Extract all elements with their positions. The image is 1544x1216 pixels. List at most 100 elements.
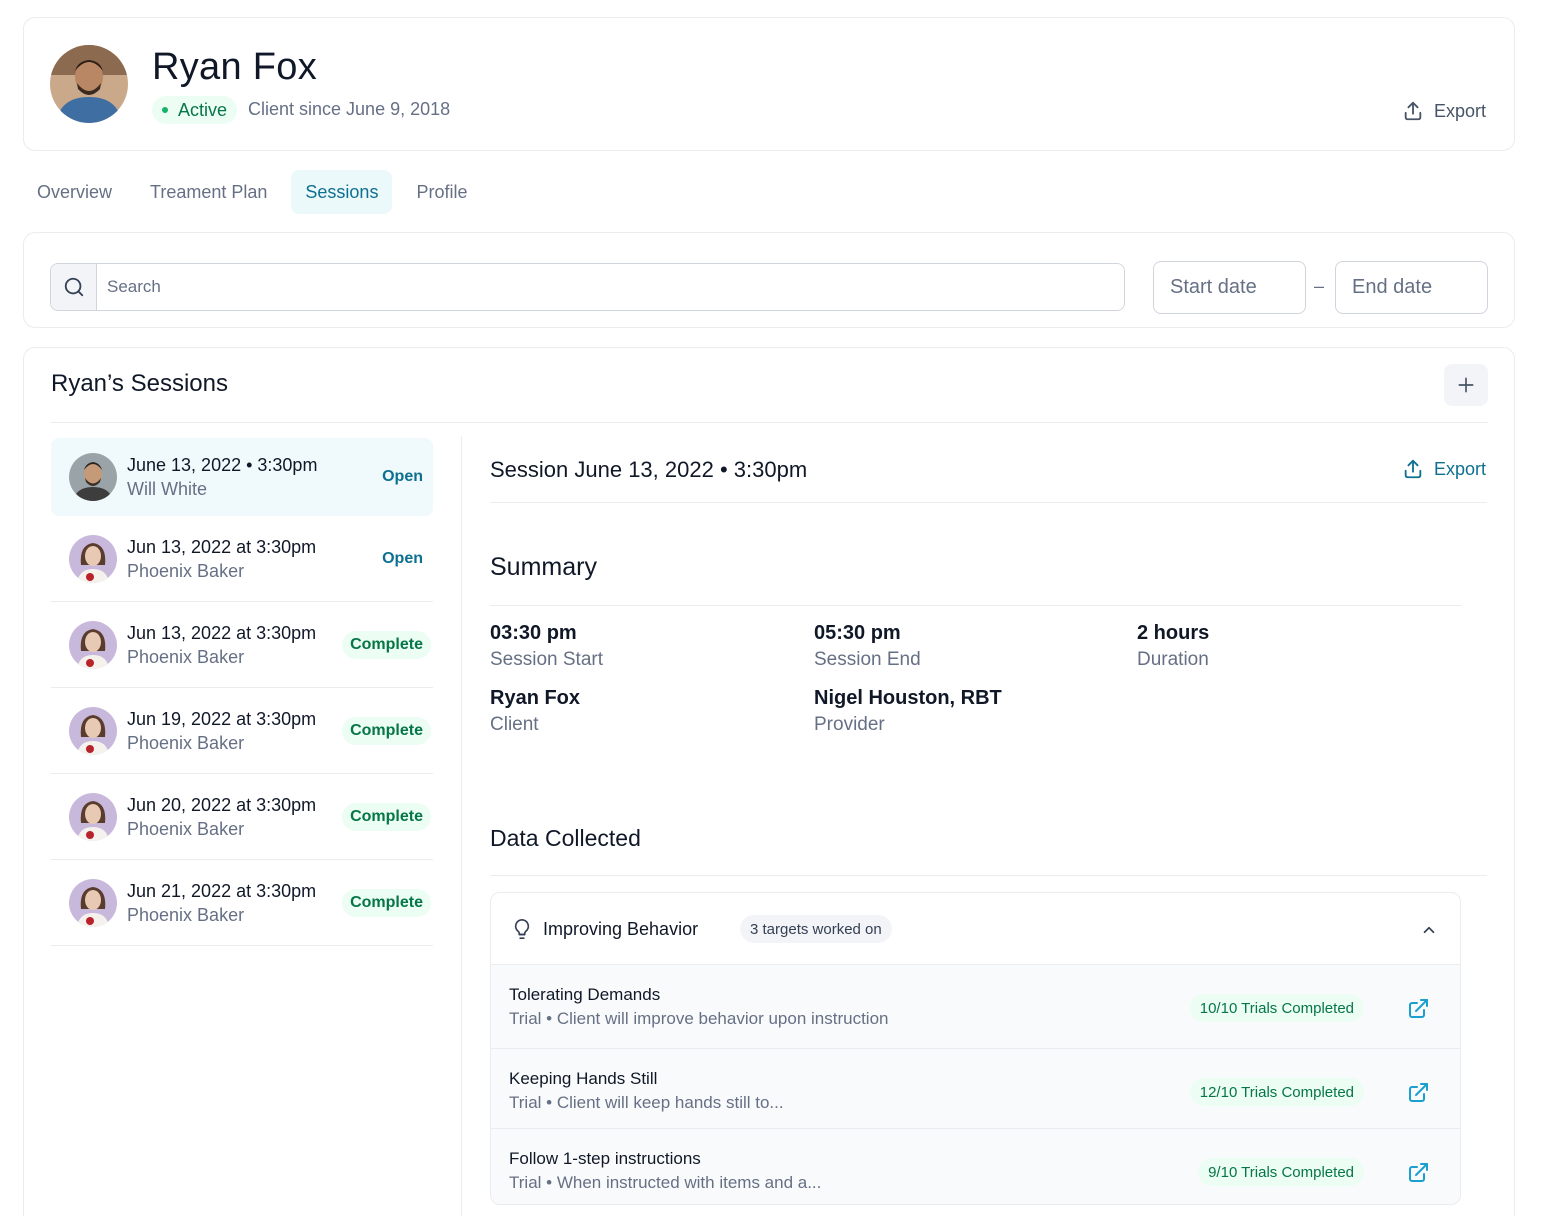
upload-icon xyxy=(1404,459,1422,479)
status-label: Active xyxy=(178,99,228,120)
provider-avatar xyxy=(69,621,117,669)
session-item[interactable]: Jun 19, 2022 at 3:30pm Phoenix Baker Com… xyxy=(51,688,433,774)
export-session-button[interactable]: Export xyxy=(1402,458,1486,480)
targets-count-badge: 3 targets worked on xyxy=(740,915,892,943)
status-dot-icon xyxy=(162,107,168,113)
upload-icon xyxy=(1404,101,1422,121)
session-start: 03:30 pm Session Start xyxy=(490,622,603,671)
target-description: Trial • When instructed with items and a… xyxy=(509,1173,822,1192)
session-provider: Phoenix Baker xyxy=(127,561,245,581)
target-name: Tolerating Demands xyxy=(509,985,661,1004)
session-item[interactable]: Jun 13, 2022 at 3:30pm Phoenix Baker Ope… xyxy=(51,516,433,602)
sessions-card: Ryan’s Sessions June 13, 2022 • 3:30pm W… xyxy=(23,347,1515,1216)
session-status-badge: Complete xyxy=(342,803,431,831)
session-item[interactable]: June 13, 2022 • 3:30pm Will White Open xyxy=(51,438,433,516)
search-box xyxy=(50,263,1125,311)
session-provider: Phoenix Baker xyxy=(127,819,245,839)
target-group: Improving Behavior 3 targets worked on T… xyxy=(490,892,1461,1205)
title-divider xyxy=(51,422,1488,423)
session-detail-title: Session June 13, 2022 • 3:30pm xyxy=(490,457,808,482)
status-badge: Active xyxy=(152,96,238,124)
pane-divider xyxy=(461,436,462,1216)
session-end-label: Session End xyxy=(814,649,921,670)
target-group-name: Improving Behavior xyxy=(543,919,699,939)
tab-overview[interactable]: Overview xyxy=(23,170,126,214)
chevron-up-icon[interactable] xyxy=(1420,921,1438,939)
trials-badge: 9/10 Trials Completed xyxy=(1198,1158,1364,1186)
session-status-badge: Complete xyxy=(342,889,431,917)
session-date: Jun 13, 2022 at 3:30pm xyxy=(127,537,317,557)
target-description: Trial • Client will improve behavior upo… xyxy=(509,1009,889,1028)
session-date: June 13, 2022 • 3:30pm xyxy=(127,455,318,475)
tab-profile[interactable]: Profile xyxy=(402,170,481,214)
target-row[interactable]: Keeping Hands Still Trial • Client will … xyxy=(491,1049,1460,1129)
target-description: Trial • Client will keep hands still to.… xyxy=(509,1093,784,1112)
tab-sessions[interactable]: Sessions xyxy=(291,170,393,214)
provider-value: Nigel Houston, RBT xyxy=(814,687,1002,709)
session-provider: Phoenix Baker xyxy=(127,905,245,925)
summary-heading: Summary xyxy=(490,553,597,581)
session-provider: Will White xyxy=(127,479,207,499)
data-divider xyxy=(490,875,1487,876)
client-since: Client since June 9, 2018 xyxy=(248,99,451,119)
duration-label: Duration xyxy=(1137,649,1209,670)
provider-avatar xyxy=(69,793,117,841)
sessions-title: Ryan’s Sessions xyxy=(51,370,228,397)
session-start-label: Session Start xyxy=(490,649,603,670)
lightbulb-icon xyxy=(514,919,530,939)
session-start-value: 03:30 pm xyxy=(490,622,577,644)
session-status-badge: Open xyxy=(382,550,423,567)
session-provider: Phoenix Baker xyxy=(127,733,245,753)
session-date: Jun 13, 2022 at 3:30pm xyxy=(127,623,317,643)
client-header: Ryan Fox Active Client since June 9, 201… xyxy=(23,17,1515,151)
start-date-field[interactable]: Start date xyxy=(1153,261,1306,314)
client-name: Ryan Fox xyxy=(152,46,318,88)
filter-bar: Start date – End date xyxy=(23,232,1515,328)
data-collected-heading: Data Collected xyxy=(490,825,641,851)
target-group-header[interactable]: Improving Behavior 3 targets worked on xyxy=(491,893,1460,965)
external-link-icon[interactable] xyxy=(1406,1081,1430,1105)
tab-treatment-plan[interactable]: Treament Plan xyxy=(136,170,281,214)
search-icon xyxy=(64,277,83,297)
session-status-badge: Open xyxy=(382,468,423,485)
provider-avatar xyxy=(69,535,117,583)
add-session-button[interactable] xyxy=(1444,364,1488,406)
date-separator: – xyxy=(1314,276,1325,296)
duration: 2 hours Duration xyxy=(1137,622,1209,671)
search-icon-wrap xyxy=(51,264,97,310)
session-date: Jun 20, 2022 at 3:30pm xyxy=(127,795,317,815)
tab-bar: Overview Treament Plan Sessions Profile xyxy=(23,170,481,214)
trials-badge: 10/10 Trials Completed xyxy=(1189,994,1364,1022)
search-input[interactable] xyxy=(97,264,1124,310)
target-row[interactable]: Tolerating Demands Trial • Client will i… xyxy=(491,965,1460,1049)
client-value: Ryan Fox xyxy=(490,687,581,709)
session-date: Jun 19, 2022 at 3:30pm xyxy=(127,709,317,729)
detail-divider xyxy=(490,502,1487,503)
session-item[interactable]: Jun 13, 2022 at 3:30pm Phoenix Baker Com… xyxy=(51,602,433,688)
session-end-value: 05:30 pm xyxy=(814,622,901,644)
target-row[interactable]: Follow 1-step instructions Trial • When … xyxy=(491,1129,1460,1204)
external-link-icon[interactable] xyxy=(1406,997,1430,1021)
session-item[interactable]: Jun 20, 2022 at 3:30pm Phoenix Baker Com… xyxy=(51,774,433,860)
target-name: Keeping Hands Still xyxy=(509,1069,658,1088)
provider-info: Nigel Houston, RBT Provider xyxy=(814,687,1002,736)
export-label: Export xyxy=(1433,100,1486,121)
external-link-icon[interactable] xyxy=(1406,1161,1430,1185)
provider-avatar xyxy=(69,707,117,755)
session-date: Jun 21, 2022 at 3:30pm xyxy=(127,881,317,901)
export-button[interactable]: Export xyxy=(1402,100,1486,122)
target-name: Follow 1-step instructions xyxy=(509,1149,701,1168)
end-date-field[interactable]: End date xyxy=(1335,261,1488,314)
provider-avatar xyxy=(69,453,117,501)
session-end: 05:30 pm Session End xyxy=(814,622,921,671)
session-item[interactable]: Jun 21, 2022 at 3:30pm Phoenix Baker Com… xyxy=(51,860,433,946)
session-status-badge: Complete xyxy=(342,717,431,745)
session-provider: Phoenix Baker xyxy=(127,647,245,667)
trials-badge: 12/10 Trials Completed xyxy=(1189,1078,1364,1106)
session-list: June 13, 2022 • 3:30pm Will White Open J… xyxy=(51,438,433,946)
client-avatar xyxy=(50,45,128,123)
duration-value: 2 hours xyxy=(1137,622,1210,644)
plus-icon xyxy=(1458,377,1474,393)
session-status-badge: Complete xyxy=(342,631,431,659)
client-label: Client xyxy=(490,714,539,735)
